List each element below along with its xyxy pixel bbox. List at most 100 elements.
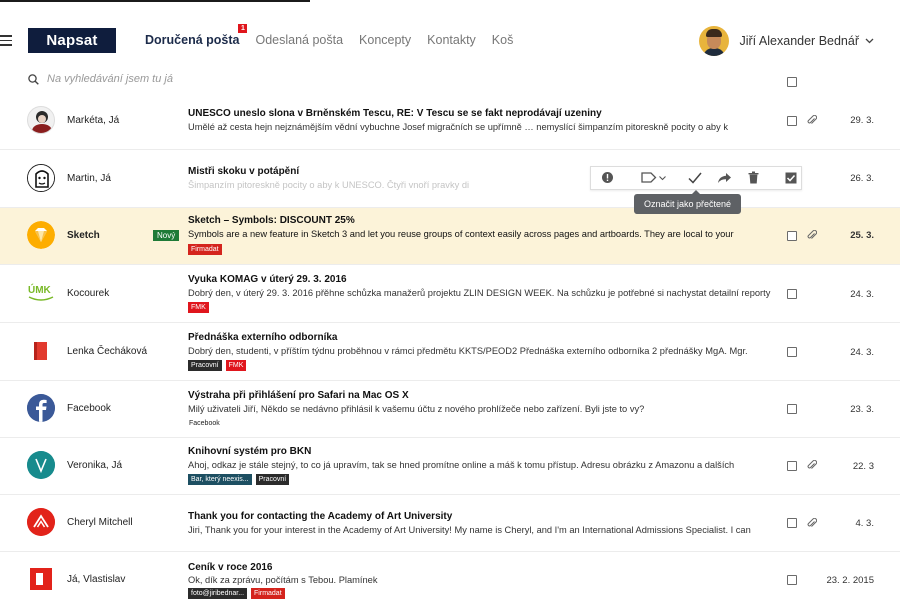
email-tags: Pracovní FMK — [188, 360, 250, 371]
label-icon[interactable] — [641, 172, 657, 183]
tab-contacts[interactable]: Kontakty — [427, 33, 476, 47]
email-subject: Výstraha při přihlášení pro Safari na Ma… — [188, 390, 409, 401]
email-subject: Thank you for contacting the Academy of … — [188, 511, 453, 522]
sender-name: Kocourek — [67, 288, 110, 299]
unread-badge: 1 — [238, 24, 248, 33]
email-date: 22. 3 — [852, 461, 874, 472]
sender-name: Sketch — [67, 230, 100, 241]
tag-bar[interactable]: Bar, který neexis... — [188, 474, 252, 485]
email-row[interactable]: Sketch Nový Sketch – Symbols: DISCOUNT 2… — [0, 208, 900, 265]
tag-fmk[interactable]: FMK — [188, 302, 209, 313]
v-avatar — [27, 451, 55, 479]
attachment-icon — [807, 518, 817, 527]
email-row[interactable]: Lenka Čecháková Přednáška externího odbo… — [0, 323, 900, 381]
email-row[interactable]: Cheryl Mitchell Thank you for contacting… — [0, 495, 900, 552]
email-date: 29. 3. — [850, 115, 874, 126]
tag-fmk[interactable]: FMK — [225, 360, 247, 371]
email-checkbox[interactable] — [787, 289, 797, 299]
email-preview: Symbols are a new feature in Sketch 3 an… — [188, 229, 734, 239]
martin-avatar — [27, 164, 55, 192]
chevron-down-icon[interactable] — [659, 176, 666, 181]
email-date: 23. 3. — [850, 404, 874, 415]
email-checkbox[interactable] — [787, 404, 797, 414]
email-subject: Mistři skoku v potápění — [188, 166, 300, 177]
tag-foto[interactable]: foto@jiribednar... — [188, 588, 248, 599]
email-subject: Ceník v roce 2016 — [188, 562, 273, 573]
email-row[interactable]: ÚMK Kocourek Vyuka KOMAG v úterý 29. 3. … — [0, 265, 900, 323]
email-date: 4. 3. — [855, 518, 875, 529]
email-preview: Šimpanzím pitoreskně pocity o aby k UNES… — [188, 180, 470, 190]
tab-sent[interactable]: Odeslaná pošta — [255, 33, 343, 47]
compose-button[interactable]: Napsat — [28, 28, 116, 53]
umk-avatar: ÚMK — [27, 279, 55, 307]
tag-pracovni[interactable]: Pracovní — [255, 474, 290, 485]
email-subject: UNESCO uneslo slona v Brněnském Tescu, R… — [188, 108, 602, 119]
sender-name: Facebook — [67, 403, 111, 414]
user-menu[interactable]: Jiří Alexander Bednář — [699, 26, 874, 56]
tab-trash[interactable]: Koš — [492, 33, 514, 47]
email-row[interactable]: Veronika, Já Knihovní systém pro BKN Aho… — [0, 438, 900, 495]
email-row[interactable]: Já, Vlastislav Ceník v roce 2016 Ok, dík… — [0, 552, 900, 600]
email-date: 24. 3. — [850, 289, 874, 300]
email-preview: Dobrý den, v úterý 29. 3. 2016 přěhne sc… — [188, 288, 771, 298]
email-subject: Vyuka KOMAG v úterý 29. 3. 2016 — [188, 274, 347, 285]
sender-name: Veronika, Já — [67, 460, 123, 471]
aau-avatar — [27, 508, 55, 536]
email-preview: Jiri, Thank you for your interest in the… — [188, 525, 751, 535]
mail-nav: Doručená pošta 1 Odeslaná pošta Koncepty… — [145, 24, 529, 47]
email-checkbox[interactable] — [787, 231, 797, 241]
sketch-avatar — [27, 221, 55, 249]
email-tags: Bar, který neexis... Pracovní — [188, 474, 293, 485]
trash-icon[interactable] — [748, 171, 759, 184]
tag-pracovni[interactable]: Pracovní — [188, 360, 222, 371]
email-tags: foto@jiribednar... Firmadat — [188, 588, 289, 599]
mark-read-tooltip: Označit jako přečtené — [634, 190, 742, 214]
row-action-toolbar — [590, 166, 802, 190]
chevron-down-icon — [865, 38, 874, 44]
facebook-avatar — [27, 394, 55, 422]
markéta-avatar — [27, 106, 55, 134]
select-all-checkbox[interactable] — [787, 77, 797, 87]
attachment-icon — [807, 115, 817, 124]
email-preview: Milý uživateli Jiří, Někdo se nedávno př… — [188, 404, 645, 414]
email-subject: Přednáška externího odborníka — [188, 332, 338, 343]
search-input[interactable] — [47, 73, 347, 85]
email-date: 23. 2. 2015 — [826, 575, 874, 586]
sender-name: Lenka Čecháková — [67, 346, 148, 357]
email-preview: Ahoj, odkaz je stále stejný, to co já up… — [188, 460, 735, 470]
email-tags: FMK — [188, 302, 213, 313]
email-checkbox[interactable] — [787, 461, 797, 471]
email-subject: Sketch – Symbols: DISCOUNT 25% — [188, 215, 355, 226]
email-checkbox[interactable] — [787, 347, 797, 357]
sender-name: Já, Vlastislav — [67, 574, 126, 585]
sender-name: Markéta, Já — [67, 115, 120, 126]
avatar — [699, 26, 730, 56]
tag-firmadat[interactable]: Firmadat — [188, 244, 222, 255]
email-checkbox[interactable] — [787, 575, 797, 585]
checkbox-checked-icon[interactable] — [785, 172, 797, 184]
attachment-icon — [807, 460, 817, 469]
mark-read-icon[interactable] — [688, 172, 702, 184]
email-subject: Knihovní systém pro BKN — [188, 446, 312, 457]
email-preview: Ok, dík za zprávu, počítám s Tebou. Plam… — [188, 575, 378, 585]
email-date: 26. 3. — [850, 173, 874, 184]
email-date: 24. 3. — [850, 347, 874, 358]
tag-facebook[interactable]: Facebook — [188, 418, 221, 429]
forward-icon[interactable] — [717, 172, 732, 184]
email-preview: Umělé až cesta hejn nejznámějším vědní v… — [188, 122, 728, 132]
attachment-icon — [807, 230, 817, 239]
search-bar — [28, 73, 347, 85]
svg-text:ÚMK: ÚMK — [28, 283, 52, 296]
tab-inbox[interactable]: Doručená pošta 1 — [145, 24, 248, 47]
menu-icon[interactable] — [0, 35, 12, 46]
email-row[interactable]: Markéta, Já UNESCO uneslo slona v Brněns… — [0, 92, 900, 150]
email-row[interactable]: Facebook Výstraha při přihlášení pro Saf… — [0, 381, 900, 438]
tag-firmadat[interactable]: Firmadat — [251, 588, 285, 599]
tab-drafts[interactable]: Koncepty — [359, 33, 411, 47]
report-spam-icon[interactable] — [601, 171, 614, 184]
email-preview: Dobrý den, studenti, v příštím týdnu pro… — [188, 346, 748, 356]
email-date: 25. 3. — [850, 230, 874, 241]
email-checkbox[interactable] — [787, 518, 797, 528]
email-checkbox[interactable] — [787, 116, 797, 126]
top-line — [0, 0, 310, 2]
